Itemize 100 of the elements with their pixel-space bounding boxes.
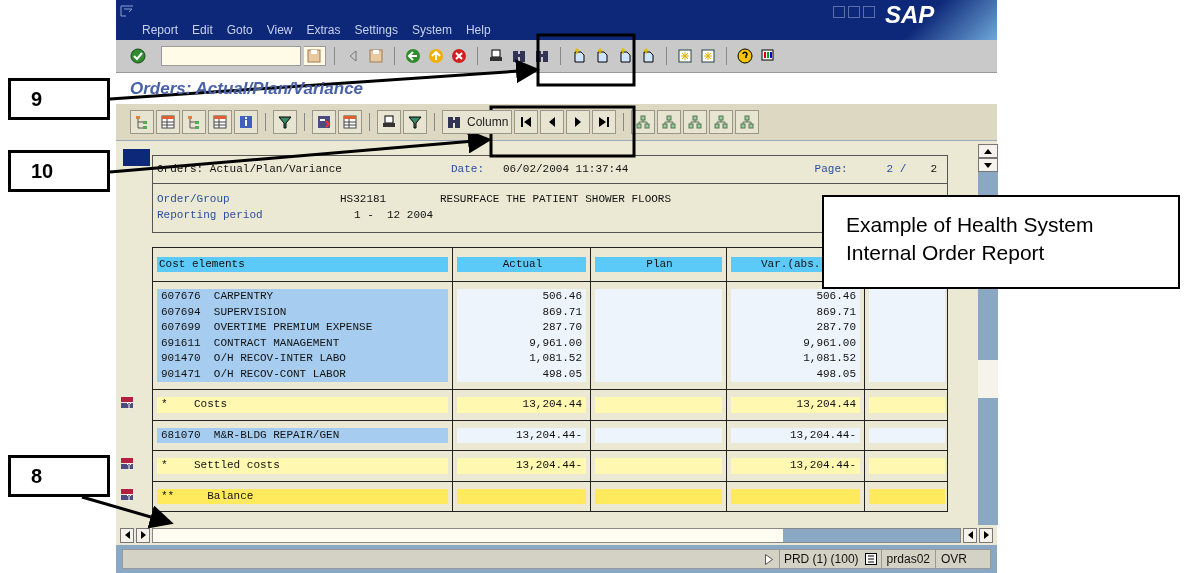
- expand-icon: [635, 114, 652, 130]
- table-cell: 1,081.52: [731, 351, 860, 367]
- export-icon: [277, 114, 293, 130]
- key-icon: [186, 114, 202, 130]
- next-column-button[interactable]: [566, 110, 591, 134]
- table-cell: 681070 M&R-BLDG REPAIR/GEN: [157, 427, 448, 443]
- spreadsheet-button[interactable]: [208, 110, 232, 134]
- info-button[interactable]: [234, 110, 258, 134]
- menu-item[interactable]: Edit: [192, 24, 213, 36]
- hierarchy-down-icon: [687, 114, 704, 130]
- system-info: PRD (1) (100): [783, 551, 859, 568]
- column-header: Plan: [595, 257, 722, 272]
- history-icon: [306, 48, 322, 64]
- horizontal-scrollbar[interactable]: [152, 527, 961, 543]
- find-next-icon: [534, 48, 550, 64]
- previous-column-button[interactable]: [540, 110, 565, 134]
- window-menu-icon[interactable]: [120, 5, 134, 17]
- date-label: Date:: [451, 161, 485, 177]
- hierarchy-left-icon: [713, 114, 730, 130]
- period-label: Reporting period: [157, 207, 264, 223]
- menu-item[interactable]: Report: [142, 24, 179, 36]
- table-cell: 13,204.44: [731, 397, 860, 413]
- page-number: 2 /: [886, 161, 907, 177]
- logo: SAP: [885, 0, 935, 30]
- scroll-left-icon[interactable]: [967, 531, 973, 539]
- annotation-callout: Example of Health System Internal Order Report: [822, 195, 1180, 289]
- last-column-button[interactable]: [592, 110, 617, 134]
- server-name: prdas02: [880, 550, 935, 568]
- page-label: Page:: [814, 161, 849, 177]
- selection-marker: [123, 149, 150, 166]
- menu-item[interactable]: Goto: [226, 24, 253, 36]
- document-icon: [160, 114, 176, 130]
- enter-button[interactable]: [128, 45, 148, 67]
- layout-icon: [760, 48, 776, 64]
- table-cell: 13,204.44-: [731, 458, 860, 474]
- expand-row-icon[interactable]: [120, 457, 136, 471]
- select-button[interactable]: [312, 110, 336, 134]
- first-page-icon: [571, 48, 587, 64]
- scroll-right-icon[interactable]: [983, 531, 989, 539]
- help-icon: [737, 48, 753, 64]
- scroll-thumb[interactable]: [153, 528, 783, 542]
- hierarchy-left-button[interactable]: [709, 110, 734, 134]
- previous-page-icon: [594, 48, 610, 64]
- print-icon: [488, 48, 504, 64]
- column-button[interactable]: Column: [442, 110, 513, 134]
- column-header: Actual: [457, 257, 586, 272]
- insert-mode: OVR: [935, 550, 972, 568]
- last-page-icon: [640, 48, 656, 64]
- new-session-icon: [677, 48, 693, 64]
- next-page-icon: [617, 48, 633, 64]
- maximize-icon[interactable]: [848, 6, 860, 18]
- minimize-icon[interactable]: [833, 6, 845, 18]
- enter-icon: [130, 48, 146, 64]
- help-button[interactable]: [735, 45, 755, 67]
- columns-icon: [342, 114, 358, 130]
- filter-icon: [407, 114, 423, 130]
- close-icon[interactable]: [863, 6, 875, 18]
- menu-item[interactable]: System: [411, 24, 452, 36]
- first-column-button[interactable]: [514, 110, 539, 134]
- scroll-left-icon[interactable]: [124, 531, 130, 539]
- export-button[interactable]: [273, 110, 297, 134]
- hierarchy-up-icon: [661, 114, 678, 130]
- menu-item[interactable]: Extras: [306, 24, 341, 36]
- table-cell: 607676 CARPENTRY: [157, 289, 448, 305]
- scroll-thumb[interactable]: [978, 359, 998, 398]
- hierarchy-down-button[interactable]: [683, 110, 708, 134]
- order-label: Order/Group: [157, 192, 231, 207]
- columns-button[interactable]: [338, 110, 362, 134]
- info-icon: [238, 114, 254, 130]
- scroll-up-icon[interactable]: [984, 148, 992, 154]
- table-cell: 13,204.44-: [731, 427, 860, 443]
- cancel-icon: [451, 48, 467, 64]
- table-cell: 13,204.44-: [457, 458, 586, 474]
- binoculars-icon: [446, 114, 462, 130]
- expand-row-icon[interactable]: [120, 487, 136, 502]
- table-cell: * Costs: [157, 397, 448, 413]
- expand-status-icon[interactable]: [764, 553, 773, 565]
- save-icon: [368, 48, 384, 64]
- table-cell: 506.46: [457, 289, 586, 305]
- date-value: 06/02/2004 11:37:44: [503, 161, 629, 177]
- order-description: RESURFACE THE PATIENT SHOWER FLOORS: [440, 192, 672, 207]
- exit-icon: [428, 48, 444, 64]
- back-icon: [405, 48, 421, 64]
- table-cell: 506.46: [731, 289, 860, 305]
- scroll-down-icon[interactable]: [984, 162, 992, 168]
- server-list-icon[interactable]: [864, 553, 877, 565]
- command-field[interactable]: [161, 46, 301, 66]
- table-cell: * Settled costs: [157, 458, 448, 474]
- expand-row-icon[interactable]: [120, 396, 136, 410]
- menu-item[interactable]: Settings: [354, 24, 398, 36]
- print-button[interactable]: [377, 110, 401, 134]
- hierarchy-right-button[interactable]: [735, 110, 760, 134]
- menu-item[interactable]: View: [266, 24, 293, 36]
- document-button[interactable]: [156, 110, 180, 134]
- page-total: 2: [930, 161, 937, 177]
- scroll-right-icon[interactable]: [140, 531, 146, 539]
- table-cell: 13,204.44-: [457, 427, 586, 443]
- filter-button[interactable]: [403, 110, 427, 134]
- table-cell: 607699 OVERTIME PREMIUM EXPENSE: [157, 320, 448, 336]
- menu-item[interactable]: Help: [465, 24, 491, 36]
